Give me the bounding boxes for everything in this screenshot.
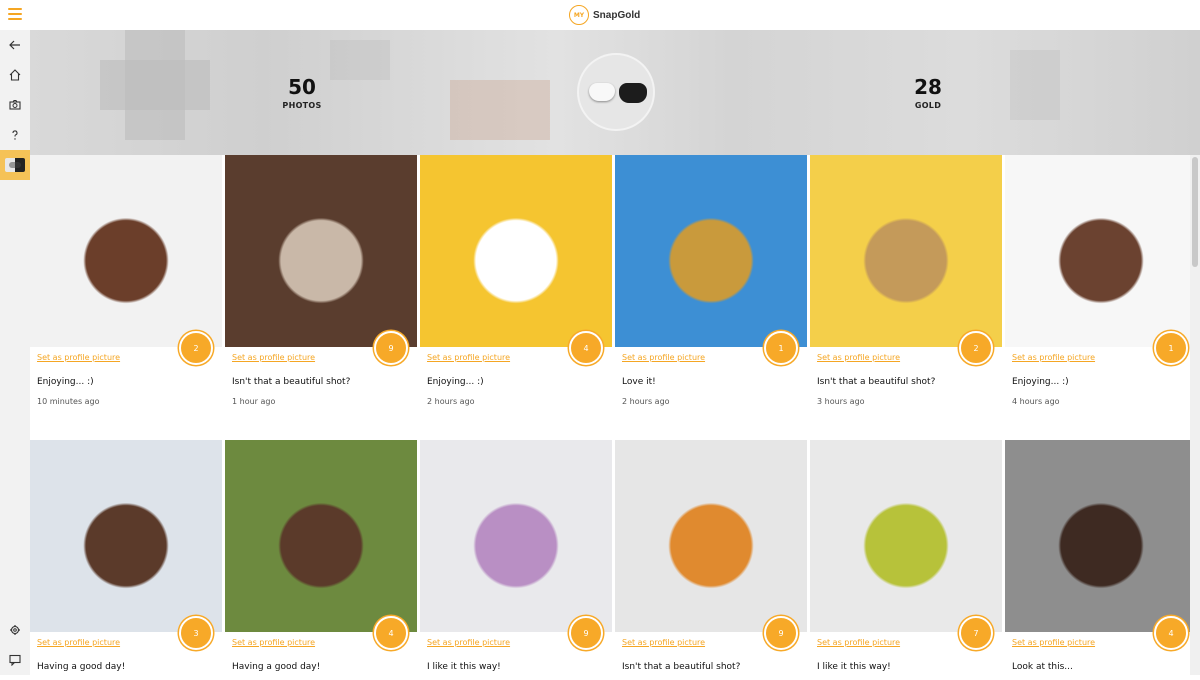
set-profile-picture-link[interactable]: Set as profile picture <box>232 638 315 647</box>
photo-timestamp: 4 hours ago <box>1012 397 1060 406</box>
photo-timestamp: 3 hours ago <box>817 397 865 406</box>
logo-badge: MY <box>569 5 589 25</box>
gold-count-badge[interactable]: 3 <box>179 616 213 650</box>
set-profile-picture-link[interactable]: Set as profile picture <box>817 353 900 362</box>
set-profile-picture-link[interactable]: Set as profile picture <box>427 353 510 362</box>
home-icon <box>9 69 21 81</box>
photo-card[interactable]: 9 Set as profile picture Isn't that a beau… <box>225 155 420 437</box>
photo-caption: Look at this... <box>1012 662 1073 672</box>
home-button[interactable] <box>0 60 30 90</box>
gold-count-badge[interactable]: 9 <box>374 331 408 365</box>
set-profile-picture-link[interactable]: Set as profile picture <box>622 638 705 647</box>
gear-icon <box>10 625 20 635</box>
photo-card[interactable]: 3 Set as profile picture Having a good day… <box>30 440 225 680</box>
gold-stat: 28 GOLD <box>888 76 968 110</box>
photo-image[interactable] <box>1005 155 1197 347</box>
camera-button[interactable] <box>0 90 30 120</box>
photo-card[interactable]: 1 Set as profile picture Enjoying... :) 4 h… <box>1005 155 1200 437</box>
photo-card[interactable]: 7 Set as profile picture I like it this wa… <box>810 440 1005 680</box>
gold-count: 28 <box>914 75 942 99</box>
photo-timestamp: 2 hours ago <box>427 397 475 406</box>
set-profile-picture-link[interactable]: Set as profile picture <box>1012 353 1095 362</box>
help-button[interactable] <box>0 120 30 150</box>
profile-avatar[interactable] <box>577 53 655 131</box>
set-profile-picture-link[interactable]: Set as profile picture <box>1012 638 1095 647</box>
photo-image[interactable] <box>225 440 417 632</box>
photo-caption: Enjoying... :) <box>37 377 94 387</box>
gold-count-badge[interactable]: 4 <box>1154 616 1188 650</box>
back-button[interactable] <box>0 30 30 60</box>
photo-card[interactable]: 1 Set as profile picture Love it! 2 hours a… <box>615 155 810 437</box>
gold-count-badge[interactable]: 4 <box>569 331 603 365</box>
set-profile-picture-link[interactable]: Set as profile picture <box>622 353 705 362</box>
sidebar <box>0 30 30 675</box>
title-bar: MY SnapGold <box>0 0 1200 30</box>
photo-timestamp: 1 hour ago <box>232 397 276 406</box>
gold-count-badge[interactable]: 4 <box>374 616 408 650</box>
feedback-icon <box>9 654 21 666</box>
photo-image[interactable] <box>1005 440 1197 632</box>
black-controller-image <box>619 83 647 103</box>
photo-timestamp: 2 hours ago <box>622 397 670 406</box>
photo-image[interactable] <box>615 155 807 347</box>
photo-caption: Having a good day! <box>232 662 321 672</box>
gold-count-badge[interactable]: 7 <box>959 616 993 650</box>
photo-caption: Enjoying... :) <box>427 377 484 387</box>
photo-image[interactable] <box>30 155 222 347</box>
photo-image[interactable] <box>810 440 1002 632</box>
app-logo: MY SnapGold <box>569 5 640 25</box>
photo-image[interactable] <box>420 440 612 632</box>
profile-button[interactable] <box>0 150 30 180</box>
photo-card[interactable]: 9 Set as profile picture Isn't that a beau… <box>615 440 810 680</box>
photo-image[interactable] <box>30 440 222 632</box>
camera-icon <box>9 100 21 110</box>
photo-caption: Isn't that a beautiful shot? <box>817 377 936 387</box>
photos-count: 50 <box>288 75 316 99</box>
photo-caption: Love it! <box>622 377 656 387</box>
photo-card[interactable]: 4 Set as profile picture Enjoying... :) 2 h… <box>420 155 615 437</box>
photo-caption: Isn't that a beautiful shot? <box>232 377 351 387</box>
scrollbar[interactable] <box>1190 155 1200 675</box>
controllers-avatar-icon <box>5 158 25 172</box>
photos-label: PHOTOS <box>282 101 322 110</box>
settings-button[interactable] <box>0 615 30 645</box>
arrow-left-icon <box>9 40 20 50</box>
question-icon <box>12 130 18 140</box>
app-name: SnapGold <box>593 9 641 21</box>
gold-count-badge[interactable]: 9 <box>764 616 798 650</box>
photo-caption: I like it this way! <box>427 662 501 672</box>
gold-count-badge[interactable]: 2 <box>179 331 213 365</box>
set-profile-picture-link[interactable]: Set as profile picture <box>37 353 120 362</box>
photo-card[interactable]: 9 Set as profile picture I like it this wa… <box>420 440 615 680</box>
photo-timestamp: 10 minutes ago <box>37 397 100 406</box>
photo-image[interactable] <box>225 155 417 347</box>
gold-count-badge[interactable]: 1 <box>1154 331 1188 365</box>
photo-card[interactable]: 2 Set as profile picture Enjoying... :) 10 … <box>30 155 225 437</box>
gold-label: GOLD <box>914 101 942 110</box>
photo-card[interactable]: 4 Set as profile picture Having a good day… <box>225 440 420 680</box>
set-profile-picture-link[interactable]: Set as profile picture <box>427 638 510 647</box>
photo-card[interactable]: 4 Set as profile picture Look at this... <box>1005 440 1200 680</box>
photo-caption: Having a good day! <box>37 662 126 672</box>
photo-image[interactable] <box>810 155 1002 347</box>
photo-caption: I like it this way! <box>817 662 891 672</box>
profile-header: 50 PHOTOS 28 GOLD <box>30 30 1200 155</box>
set-profile-picture-link[interactable]: Set as profile picture <box>37 638 120 647</box>
feedback-button[interactable] <box>0 645 30 675</box>
white-controller-image <box>589 83 615 101</box>
photo-image[interactable] <box>615 440 807 632</box>
set-profile-picture-link[interactable]: Set as profile picture <box>232 353 315 362</box>
photo-caption: Enjoying... :) <box>1012 377 1069 387</box>
gold-count-badge[interactable]: 1 <box>764 331 798 365</box>
photo-caption: Isn't that a beautiful shot? <box>622 662 741 672</box>
set-profile-picture-link[interactable]: Set as profile picture <box>817 638 900 647</box>
photo-card[interactable]: 2 Set as profile picture Isn't that a beau… <box>810 155 1005 437</box>
gold-count-badge[interactable]: 9 <box>569 616 603 650</box>
photo-image[interactable] <box>420 155 612 347</box>
gold-count-badge[interactable]: 2 <box>959 331 993 365</box>
scrollbar-thumb[interactable] <box>1192 157 1198 267</box>
hamburger-menu-icon[interactable] <box>8 8 22 20</box>
photos-stat: 50 PHOTOS <box>262 76 342 110</box>
